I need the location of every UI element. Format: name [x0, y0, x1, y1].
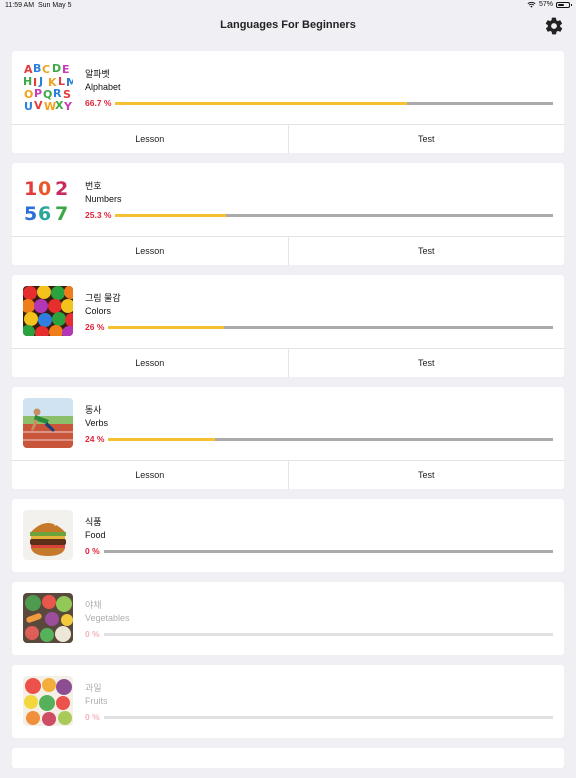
- status-time: 11:59 AM: [5, 2, 35, 9]
- topic-native-name: 그림 물감: [85, 293, 121, 303]
- svg-text:U: U: [24, 100, 33, 112]
- topic-list: ABCDE HIJKLM OPQRS UVWXY 알파벳 Alphabet 66…: [12, 51, 564, 778]
- topic-card[interactable]: 과일 Fruits 0 %: [12, 665, 564, 738]
- progress-percent: 26 %: [85, 322, 105, 332]
- topic-native-name: 과일: [85, 683, 102, 693]
- settings-gear-icon[interactable]: [544, 16, 564, 36]
- topic-card[interactable]: ABCDE HIJKLM OPQRS UVWXY 알파벳 Alphabet 66…: [12, 51, 564, 153]
- topic-card[interactable]: 식품 Food 0 %: [12, 499, 564, 572]
- topic-info[interactable]: 102 567 번호 Numbers 25.3 %: [12, 163, 564, 236]
- topic-progress: 24 %: [85, 434, 553, 444]
- progress-track: [103, 632, 553, 636]
- progress-fill: [115, 101, 408, 105]
- status-right: 57%: [527, 1, 572, 8]
- battery-percent: 57%: [538, 1, 553, 8]
- topic-info[interactable]: 동사 Verbs 24 %: [12, 387, 564, 460]
- svg-text:0: 0: [38, 178, 51, 200]
- progress-track: [103, 715, 553, 719]
- svg-text:7: 7: [55, 203, 68, 224]
- svg-text:6: 6: [38, 203, 51, 224]
- topic-card[interactable]: 동사 Verbs 24 % Lesson Test: [12, 387, 564, 489]
- topic-progress: 26 %: [85, 322, 553, 332]
- topic-actions: Lesson Test: [12, 348, 564, 377]
- page-title: Languages For Beginners: [220, 19, 356, 31]
- svg-text:B: B: [33, 62, 41, 75]
- topic-native-name: 식품: [85, 517, 102, 527]
- topic-english-name: Colors: [85, 306, 112, 316]
- svg-text:V: V: [34, 99, 43, 112]
- navigation-bar: Languages For Beginners: [0, 12, 576, 40]
- progress-fill: [115, 213, 227, 217]
- numbers-image: 102 567: [23, 174, 73, 224]
- topic-english-name: Numbers: [85, 194, 122, 204]
- svg-text:1: 1: [24, 178, 37, 200]
- fruits-image: [23, 676, 73, 726]
- svg-text:2: 2: [55, 178, 68, 200]
- progress-percent: 25.3 %: [85, 210, 112, 220]
- svg-text:C: C: [42, 63, 50, 76]
- progress-percent: 24 %: [85, 434, 105, 444]
- topic-english-name: Food: [85, 530, 106, 540]
- status-date: Sun May 5: [38, 2, 72, 9]
- progress-percent: 66.7 %: [85, 98, 112, 108]
- topic-english-name: Fruits: [85, 696, 108, 706]
- runner-image: [23, 398, 73, 448]
- topic-card[interactable]: 그림 물감 Colors 26 % Lesson Test: [12, 275, 564, 377]
- status-bar: 11:59 AM Sun May 5 57%: [0, 0, 576, 12]
- topic-actions: Lesson Test: [12, 124, 564, 153]
- lesson-button[interactable]: Lesson: [12, 349, 288, 377]
- topic-progress: 0 %: [85, 712, 553, 722]
- topic-info[interactable]: 식품 Food 0 %: [12, 499, 564, 572]
- wifi-icon: [527, 1, 536, 8]
- svg-text:Y: Y: [63, 100, 73, 112]
- topic-progress: 0 %: [85, 629, 553, 639]
- test-button[interactable]: Test: [287, 349, 565, 377]
- topic-english-name: Vegetables: [85, 613, 130, 623]
- progress-track: [115, 213, 553, 217]
- test-button[interactable]: Test: [287, 461, 565, 489]
- progress-track: [115, 101, 553, 105]
- topic-english-name: Alphabet: [85, 82, 121, 92]
- topic-card[interactable]: 야채 Vegetables 0 %: [12, 582, 564, 655]
- topic-native-name: 알파벳: [85, 69, 110, 79]
- topic-progress: 25.3 %: [85, 210, 553, 220]
- progress-fill: [108, 437, 216, 441]
- burger-image: [23, 510, 73, 560]
- vegetables-image: [23, 593, 73, 643]
- progress-percent: 0 %: [85, 546, 100, 556]
- topic-native-name: 야채: [85, 600, 102, 610]
- topic-actions: Lesson Test: [12, 236, 564, 265]
- alphabet-letters-image: ABCDE HIJKLM OPQRS UVWXY: [23, 62, 73, 112]
- topic-native-name: 번호: [85, 181, 102, 191]
- topic-native-name: 동사: [85, 405, 102, 415]
- svg-text:D: D: [52, 62, 61, 75]
- progress-fill: [108, 325, 224, 329]
- svg-text:H: H: [23, 75, 32, 88]
- lesson-button[interactable]: Lesson: [12, 461, 288, 489]
- progress-track: [108, 437, 553, 441]
- topic-info[interactable]: ABCDE HIJKLM OPQRS UVWXY 알파벳 Alphabet 66…: [12, 51, 564, 124]
- svg-text:5: 5: [24, 203, 37, 224]
- topic-card-partial[interactable]: [12, 748, 564, 768]
- svg-text:X: X: [55, 99, 64, 112]
- topic-info[interactable]: 과일 Fruits 0 %: [12, 665, 564, 738]
- candy-colors-image: [23, 286, 73, 336]
- progress-track: [103, 549, 553, 553]
- test-button[interactable]: Test: [287, 125, 565, 153]
- progress-track: [108, 325, 553, 329]
- topic-english-name: Verbs: [85, 418, 109, 428]
- test-button[interactable]: Test: [287, 237, 565, 265]
- topic-card[interactable]: 102 567 번호 Numbers 25.3 % Lesson Test: [12, 163, 564, 265]
- progress-percent: 0 %: [85, 712, 100, 722]
- lesson-button[interactable]: Lesson: [12, 125, 288, 153]
- topic-info[interactable]: 야채 Vegetables 0 %: [12, 582, 564, 655]
- topic-info[interactable]: 그림 물감 Colors 26 %: [12, 275, 564, 348]
- topic-actions: Lesson Test: [12, 460, 564, 489]
- topic-progress: 66.7 %: [85, 98, 553, 108]
- lesson-button[interactable]: Lesson: [12, 237, 288, 265]
- battery-icon: [556, 1, 572, 8]
- progress-percent: 0 %: [85, 629, 100, 639]
- topic-progress: 0 %: [85, 546, 553, 556]
